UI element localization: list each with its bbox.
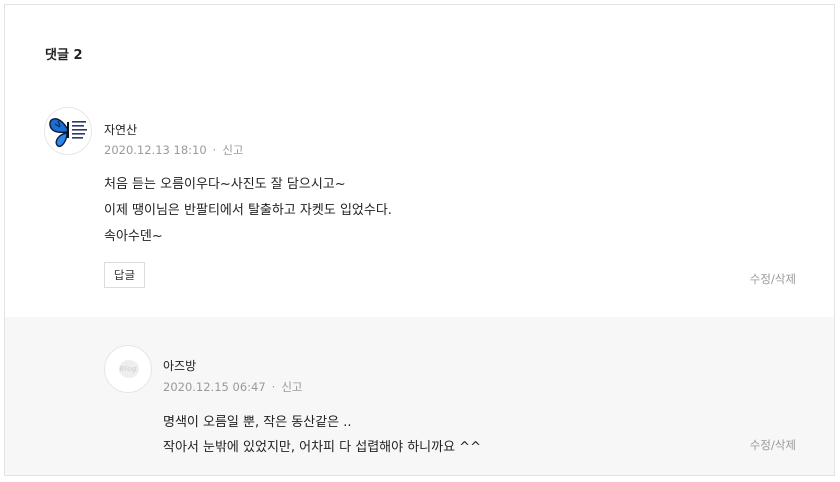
comment-date: 2020.12.13 18:10 [104,143,207,157]
avatar[interactable] [44,107,92,155]
reply-button[interactable]: 답글 [104,262,145,288]
reply-author[interactable]: 아즈방 [163,357,196,374]
report-link[interactable]: 신고 [281,380,302,394]
comment-meta: 2020.12.13 18:10 · 신고 [104,142,243,158]
reply-meta: 2020.12.15 06:47 · 신고 [163,379,302,395]
comment-text-line: 처음 듣는 오름이우다~사진도 잘 담으시고~ [104,177,346,192]
avatar[interactable]: Blog [104,345,152,393]
comment-text-line: 이제 땡이님은 반팔티에서 탈출하고 자켓도 입었수다. [104,203,392,218]
meta-separator: · [212,143,217,157]
comment-text-line: 속아수덴~ [104,229,163,244]
reply-date: 2020.12.15 06:47 [163,380,266,394]
edit-delete-link[interactable]: 수정/삭제 [750,271,796,287]
comment-section: 댓글 2 자연산 2020.12.13 18:10 · 신고 처음 듣는 오름이… [4,4,835,476]
meta-separator: · [271,380,276,394]
avatar-text: Blog [119,365,137,373]
edit-delete-link[interactable]: 수정/삭제 [750,437,796,453]
comment-author[interactable]: 자연산 [104,121,137,138]
report-link[interactable]: 신고 [222,143,243,157]
reply-text-line: 작아서 눈밖에 있었지만, 어차피 다 섭렵해야 하니까요 ^^ [163,440,481,455]
comment-item: 자연산 2020.12.13 18:10 · 신고 처음 듣는 오름이우다~사진도 … [5,105,834,317]
reply-item: Blog 아즈방 2020.12.15 06:47 · 신고 명색이 오름일 뿐, … [5,317,834,475]
butterfly-icon [45,108,91,154]
comment-count-title: 댓글 2 [45,48,83,63]
reply-text-line: 명색이 오름일 뿐, 작은 동산같은 .. [163,415,352,430]
